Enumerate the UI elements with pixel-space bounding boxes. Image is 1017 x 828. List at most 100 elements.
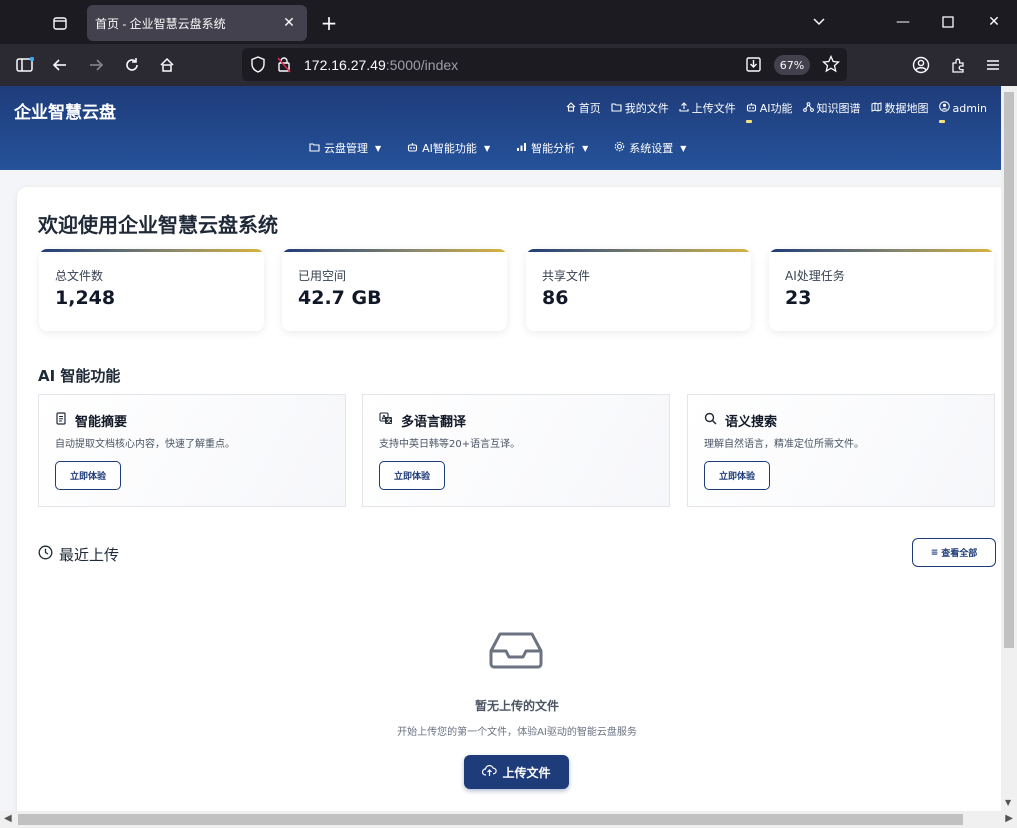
tab-list-icon[interactable]: [44, 10, 76, 36]
menu-label: 智能分析: [531, 142, 576, 155]
robot-icon: [407, 142, 418, 155]
view-all-button[interactable]: ≡ 查看全部: [912, 538, 996, 567]
brand-logo-text[interactable]: 企业智慧云盘: [14, 98, 116, 123]
view-all-label: 查看全部: [941, 549, 978, 559]
minimize-window-icon[interactable]: —: [888, 8, 918, 36]
scroll-right-arrow-icon[interactable]: ▶: [1005, 813, 1013, 824]
graph-icon: [802, 101, 814, 115]
horizontal-scrollbar[interactable]: ◀ ▶: [0, 811, 1017, 828]
stat-value: 1,248: [55, 287, 116, 309]
download-page-icon[interactable]: [745, 56, 762, 77]
caret-down-icon: ▼: [375, 143, 382, 153]
robot-icon: [746, 102, 757, 115]
stat-accent-bar: [769, 249, 994, 252]
feature-description: 支持中英日韩等20+语言互译。: [379, 439, 521, 450]
vertical-scrollbar[interactable]: ▼: [1001, 86, 1017, 811]
new-tab-icon[interactable]: +: [316, 11, 342, 35]
account-icon[interactable]: [907, 52, 935, 78]
nav-link-user-admin[interactable]: admin: [938, 100, 987, 123]
active-indicator: [745, 120, 752, 123]
vertical-scroll-thumb[interactable]: [1004, 92, 1014, 648]
menu-hamburger-icon[interactable]: [979, 52, 1007, 78]
stat-accent-bar: [282, 249, 507, 252]
url-text: 172.16.27.49:5000/index: [304, 57, 458, 73]
nav-link-data-map[interactable]: 数据地图: [871, 100, 929, 116]
upload-button-label: 上传文件: [502, 765, 551, 780]
menu-label: AI智能功能: [422, 142, 477, 155]
clock-icon: [38, 545, 53, 564]
stat-card-total-files: 总文件数 1,248: [39, 249, 264, 331]
feature-header: A文 多语言翻译: [379, 411, 466, 430]
recent-title-text: 最近上传: [59, 546, 120, 564]
feature-title: 多语言翻译: [401, 415, 467, 430]
caret-down-icon: ▼: [582, 143, 589, 153]
folder-icon: [611, 102, 622, 115]
stat-label: 总文件数: [55, 269, 104, 283]
nav-link-label: admin: [952, 101, 987, 115]
menu-ai-features[interactable]: AI智能功能 ▼: [407, 140, 490, 156]
extensions-icon[interactable]: [944, 52, 972, 78]
nav-link-label: 我的文件: [624, 102, 669, 115]
tab-overflow-chevron-icon[interactable]: [804, 8, 834, 36]
upload-file-button[interactable]: 上传文件: [464, 755, 569, 789]
maximize-window-icon[interactable]: [933, 8, 963, 36]
feature-card-semantic-search: 语义搜索 理解自然语言，精准定位所需文件。 立即体验: [687, 394, 995, 507]
dashboard-card: 欢迎使用企业智慧云盘系统 总文件数 1,248 已用空间 42.7 GB 共享文…: [17, 187, 1001, 811]
url-path: :5000/index: [385, 57, 459, 73]
search-icon: [704, 412, 717, 429]
nav-link-label: 数据地图: [884, 102, 929, 115]
nav-link-upload[interactable]: 上传文件: [679, 100, 736, 116]
scroll-down-arrow-icon[interactable]: ▼: [1005, 798, 1011, 807]
nav-link-my-files[interactable]: 我的文件: [611, 100, 669, 116]
active-indicator: [938, 120, 945, 123]
try-now-button[interactable]: 立即体验: [55, 461, 121, 490]
try-now-button[interactable]: 立即体验: [379, 461, 445, 490]
shield-icon[interactable]: [250, 56, 266, 77]
stat-value: 42.7 GB: [298, 287, 382, 309]
empty-state-description: 开始上传您的第一个文件，体验AI驱动的智能云盘服务: [397, 727, 637, 738]
browser-tab-active[interactable]: 首页 - 企业智慧云盘系统 ✕: [87, 5, 307, 41]
close-tab-icon[interactable]: ✕: [279, 13, 299, 33]
page-viewport: 企业智慧云盘 首页 我的文件 上传文件 AI功能 知识图谱 数据地图 admin…: [0, 86, 1001, 811]
menu-cloud-management[interactable]: 云盘管理 ▼: [309, 140, 381, 156]
folder-icon: [309, 142, 320, 155]
page-info-icon[interactable]: [276, 56, 292, 77]
stat-label: AI处理任务: [785, 269, 845, 283]
feature-card-summary: 智能摘要 自动提取文档核心内容，快速了解重点。 立即体验: [38, 394, 346, 507]
forward-arrow-icon[interactable]: [82, 52, 110, 78]
feature-header: 智能摘要: [55, 411, 127, 430]
menu-smart-analysis[interactable]: 智能分析 ▼: [516, 140, 588, 156]
nav-link-knowledge-graph[interactable]: 知识图谱: [802, 100, 861, 116]
horizontal-scroll-thumb[interactable]: [18, 814, 963, 825]
ai-section-title: AI 智能功能: [38, 367, 121, 385]
document-icon: [55, 412, 67, 429]
url-bar[interactable]: 172.16.27.49:5000/index 67%: [242, 48, 847, 81]
nav-link-label: AI功能: [759, 102, 793, 115]
home-icon[interactable]: [153, 52, 181, 78]
try-now-button[interactable]: 立即体验: [704, 461, 770, 490]
stat-card-used-space: 已用空间 42.7 GB: [282, 249, 507, 331]
main-menu: 云盘管理 ▼ AI智能功能 ▼ 智能分析 ▼ 系统设置 ▼: [309, 140, 686, 156]
scroll-left-arrow-icon[interactable]: ◀: [4, 813, 12, 824]
empty-inbox-icon: [488, 631, 544, 673]
nav-link-label: 知识图谱: [816, 102, 861, 115]
caret-down-icon: ▼: [483, 143, 491, 153]
caret-down-icon: ▼: [680, 143, 687, 153]
recent-uploads-title: 最近上传: [38, 544, 119, 565]
menu-label: 云盘管理: [324, 142, 368, 155]
browser-nav-bar: 172.16.27.49:5000/index 67%: [0, 44, 1017, 86]
bookmark-star-icon[interactable]: [821, 54, 841, 77]
upload-icon: [679, 101, 689, 115]
back-arrow-icon[interactable]: [46, 52, 74, 78]
home-icon: [566, 101, 576, 115]
reload-icon[interactable]: [118, 52, 146, 78]
close-window-icon[interactable]: ✕: [979, 8, 1009, 36]
nav-link-ai[interactable]: AI功能: [745, 100, 793, 123]
feature-card-translation: A文 多语言翻译 支持中英日韩等20+语言互译。 立即体验: [362, 394, 670, 507]
sidebar-toggle-icon[interactable]: [11, 52, 39, 78]
menu-system-settings[interactable]: 系统设置 ▼: [614, 140, 686, 156]
nav-link-home[interactable]: 首页: [566, 100, 601, 116]
zoom-level-badge[interactable]: 67%: [774, 55, 810, 75]
feature-description: 自动提取文档核心内容，快速了解重点。: [55, 439, 235, 450]
browser-tab-bar: 首页 - 企业智慧云盘系统 ✕ + — ✕: [0, 0, 1017, 44]
